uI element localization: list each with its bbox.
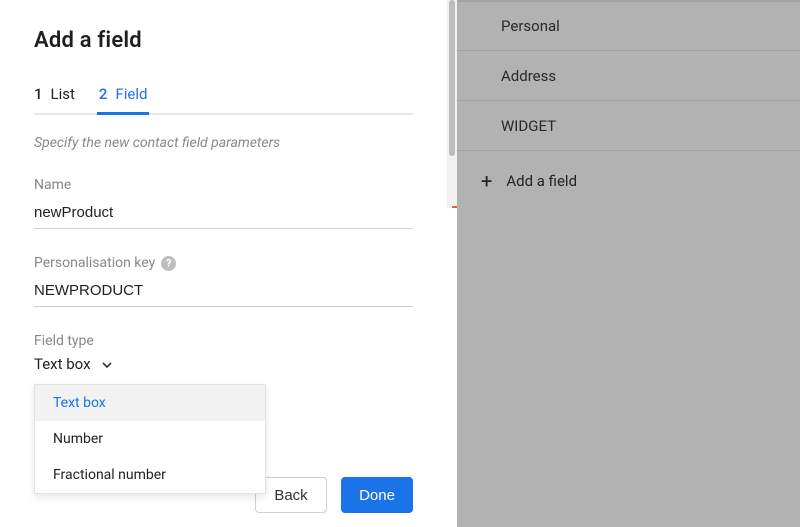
type-option-textbox[interactable]: Text box bbox=[35, 385, 265, 421]
tab-label: Field bbox=[115, 85, 147, 103]
type-option-fractional[interactable]: Fractional number bbox=[35, 457, 265, 493]
tab-label: List bbox=[51, 85, 75, 103]
tab-number: 1 bbox=[34, 85, 43, 103]
chevron-down-icon bbox=[101, 359, 113, 371]
add-field-dialog: Add a field 1 List 2 Field Specify the n… bbox=[0, 0, 447, 527]
dialog-tabs: 1 List 2 Field bbox=[34, 81, 413, 115]
overlay-scrim bbox=[457, 0, 800, 527]
help-icon[interactable]: ? bbox=[161, 256, 176, 271]
tab-number: 2 bbox=[99, 85, 108, 103]
type-dropdown: Text box Number Fractional number bbox=[34, 384, 266, 494]
type-value: Text box bbox=[34, 355, 91, 373]
dialog-title: Add a field bbox=[34, 28, 413, 53]
key-input[interactable] bbox=[34, 277, 413, 307]
key-label-text: Personalisation key bbox=[34, 255, 155, 271]
type-label: Field type bbox=[34, 333, 413, 349]
option-label: Number bbox=[53, 431, 103, 447]
key-label: Personalisation key ? bbox=[34, 255, 413, 271]
back-button-label: Back bbox=[274, 487, 307, 504]
option-label: Fractional number bbox=[53, 467, 166, 483]
dialog-form: Name Personalisation key ? Field type Te… bbox=[34, 177, 413, 373]
name-field-group: Name bbox=[34, 177, 413, 229]
type-field-group: Field type Text box bbox=[34, 333, 413, 373]
option-label: Text box bbox=[53, 395, 106, 411]
tab-list[interactable]: 1 List bbox=[34, 85, 75, 113]
name-input[interactable] bbox=[34, 199, 413, 229]
type-select[interactable]: Text box bbox=[34, 355, 413, 373]
dialog-subtitle: Specify the new contact field parameters bbox=[34, 135, 413, 151]
divider-marker bbox=[452, 206, 457, 208]
type-option-number[interactable]: Number bbox=[35, 421, 265, 457]
tab-field[interactable]: 2 Field bbox=[99, 85, 148, 113]
scrollbar-thumb[interactable] bbox=[449, 0, 455, 156]
name-label: Name bbox=[34, 177, 413, 193]
done-button-label: Done bbox=[359, 487, 395, 504]
key-field-group: Personalisation key ? bbox=[34, 255, 413, 307]
done-button[interactable]: Done bbox=[341, 477, 413, 513]
